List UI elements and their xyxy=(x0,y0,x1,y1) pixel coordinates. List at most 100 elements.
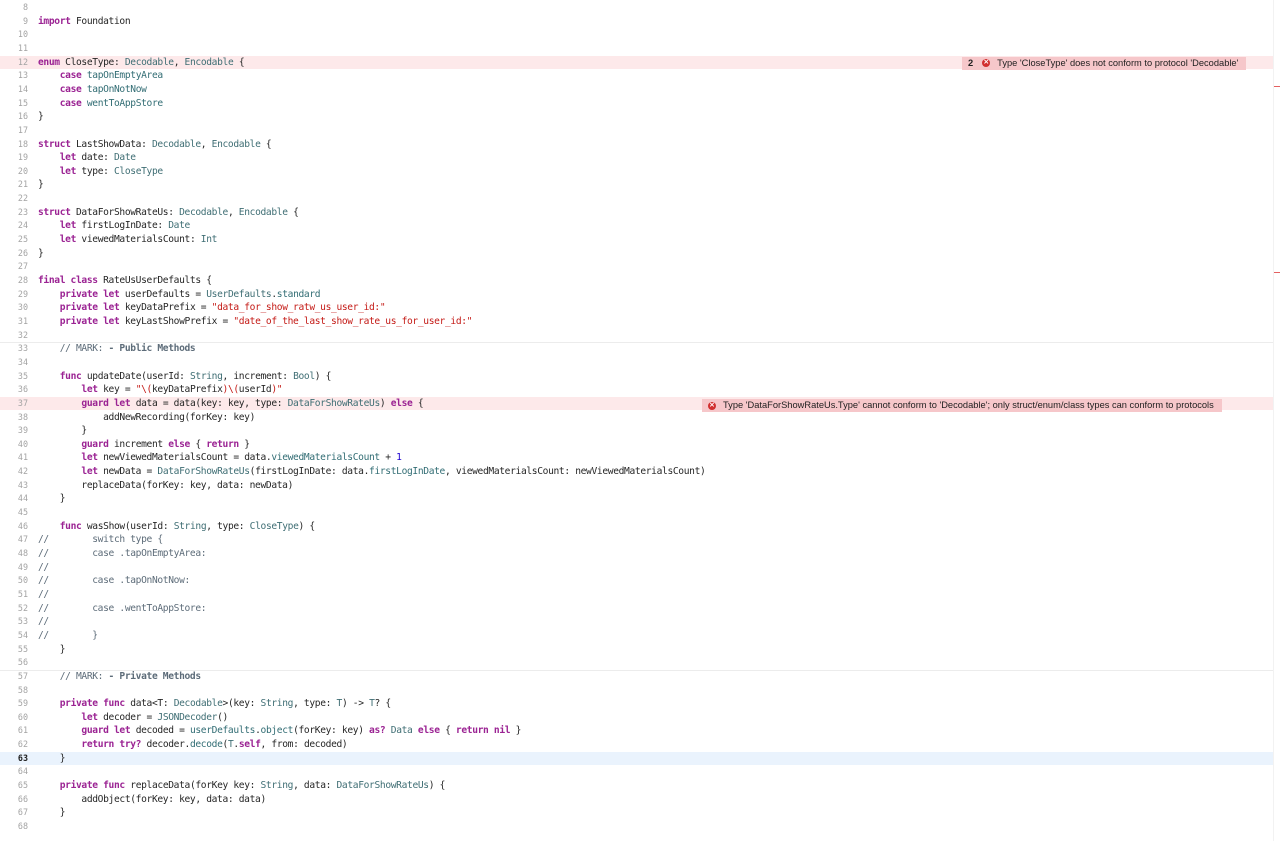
line-number: 19 xyxy=(17,152,28,163)
code-line[interactable]: 15 case wentToAppStore xyxy=(0,97,1274,111)
code-token: import xyxy=(38,15,71,27)
code-line[interactable]: 59 private func data<T: Decodable>(key: … xyxy=(0,697,1274,711)
code-line[interactable]: 14 case tapOnNotNow xyxy=(0,83,1274,97)
code-text: // xyxy=(38,588,49,602)
code-line[interactable]: 39 } xyxy=(0,424,1274,438)
code-line[interactable]: 65 private func replaceData(forKey key: … xyxy=(0,779,1274,793)
code-line[interactable]: 48 // case .tapOnEmptyArea: xyxy=(0,547,1274,561)
code-line[interactable]: 23 struct DataForShowRateUs: Decodable, E… xyxy=(0,206,1274,220)
line-number: 65 xyxy=(17,780,28,791)
code-line[interactable]: 45 xyxy=(0,506,1274,520)
error-badge-closetype[interactable]: 2 ✕ Type 'CloseType' does not conform to… xyxy=(962,56,1247,70)
code-line[interactable]: 21} xyxy=(0,178,1274,192)
code-line[interactable]: 56 xyxy=(0,656,1274,670)
line-number: 15 xyxy=(17,97,28,108)
code-line[interactable]: 50 // case .tapOnNotNow: xyxy=(0,574,1274,588)
code-token: key = xyxy=(97,384,136,396)
code-line[interactable]: 55 } xyxy=(0,643,1274,657)
code-line[interactable]: 52 // case .wentToAppStore: xyxy=(0,602,1274,616)
code-token: tapOnNotNow xyxy=(81,83,147,95)
code-line[interactable]: 57 // MARK: - Private Methods xyxy=(0,670,1274,684)
code-token: ) { xyxy=(314,370,332,382)
code-line[interactable]: 60 let decoder = JSONDecoder() xyxy=(0,711,1274,725)
code-token: newData = xyxy=(97,466,158,478)
code-line[interactable]: 42 let newData = DataForShowRateUs(first… xyxy=(0,465,1274,479)
code-line[interactable]: 68 xyxy=(0,820,1274,834)
code-line[interactable]: 24 let firstLogInDate: Date xyxy=(0,219,1274,233)
code-line[interactable]: 47 // switch type { xyxy=(0,533,1274,547)
code-line[interactable]: 31 private let keyLastShowPrefix = "date… xyxy=(0,315,1274,329)
code-text: // xyxy=(38,615,49,629)
code-token: // case .wentToAppStore: xyxy=(38,602,207,614)
error-badge-data-for-show-rate-us[interactable]: ✕ Type 'DataForShowRateUs.Type' cannot c… xyxy=(702,399,1222,412)
line-number: 62 xyxy=(17,739,28,750)
code-line[interactable]: 67 } xyxy=(0,806,1274,820)
code-token: wasShow(userId: xyxy=(81,520,174,532)
code-token: let xyxy=(81,384,98,396)
code-line[interactable]: 43 replaceData(forKey: key, data: newDat… xyxy=(0,479,1274,493)
code-line[interactable]: 26} xyxy=(0,247,1274,261)
code-token: struct xyxy=(38,206,71,218)
code-line[interactable]: 28 final class RateUsUserDefaults { xyxy=(0,274,1274,288)
code-token: String xyxy=(189,370,223,382)
code-token: let xyxy=(59,220,77,232)
code-line[interactable]: 44 } xyxy=(0,492,1274,506)
code-line[interactable]: 34 xyxy=(0,356,1274,370)
code-line[interactable]: 63 } xyxy=(0,751,1274,766)
line-number: 41 xyxy=(17,452,28,463)
code-line[interactable]: 64 xyxy=(0,765,1274,779)
code-line[interactable]: 46 func wasShow(userId: String, type: Cl… xyxy=(0,520,1274,534)
code-line[interactable]: 61 guard let decoded = userDefaults.obje… xyxy=(0,724,1274,738)
code-token: ) xyxy=(379,397,391,409)
code-line[interactable]: 20 let type: CloseType xyxy=(0,165,1274,179)
code-line[interactable]: 8 xyxy=(0,1,1274,15)
line-number: 39 xyxy=(17,425,28,436)
code-line[interactable]: 30 private let keyDataPrefix = "data_for… xyxy=(0,301,1274,315)
code-line[interactable]: 17 xyxy=(0,124,1274,138)
line-number: 13 xyxy=(17,70,28,81)
code-token: Decodable xyxy=(173,698,223,710)
code-text: // switch type { xyxy=(38,533,163,547)
vertical-scrollbar[interactable] xyxy=(1273,0,1280,841)
code-token: DataForShowRateUs xyxy=(157,466,250,478)
code-token: } xyxy=(238,438,250,450)
code-token: newViewedMaterialsCount = data. xyxy=(97,452,272,464)
code-token: case xyxy=(59,70,82,82)
code-line[interactable]: 11 xyxy=(0,42,1274,56)
code-line[interactable]: 27 xyxy=(0,260,1274,274)
code-line[interactable]: 33 // MARK: - Public Methods xyxy=(0,342,1274,356)
code-line[interactable]: 40 guard increment else { return } xyxy=(0,438,1274,452)
line-number: 12 xyxy=(17,56,28,67)
code-editor[interactable]: 8 9 import Foundation 10 11 12 enum CloseType:… xyxy=(0,0,1280,841)
code-line[interactable]: 32 xyxy=(0,329,1274,343)
code-line[interactable]: 36 let key = "\(keyDataPrefix)\(userId)" xyxy=(0,383,1274,397)
code-text: // MARK: - Public Methods xyxy=(38,342,196,356)
code-line[interactable]: 13 case tapOnEmptyArea xyxy=(0,69,1274,83)
code-line[interactable]: 25 let viewedMaterialsCount: Int xyxy=(0,233,1274,247)
code-token: CloseType: xyxy=(59,56,125,68)
code-line[interactable]: 62 return try? decoder.decode(T.self, fr… xyxy=(0,738,1274,752)
code-line[interactable]: 16} xyxy=(0,110,1274,124)
code-token: Data xyxy=(390,725,413,737)
code-line[interactable]: 58 xyxy=(0,684,1274,698)
code-line[interactable]: 18 struct LastShowData: Decodable, Encoda… xyxy=(0,138,1274,152)
code-token: keyDataPrefix xyxy=(151,384,223,396)
code-line[interactable]: 10 xyxy=(0,28,1274,42)
code-line[interactable]: 51 // xyxy=(0,588,1274,602)
code-line[interactable]: 22 xyxy=(0,192,1274,206)
code-line[interactable]: 38 addNewRecording(forKey: key) xyxy=(0,411,1274,425)
error-message: Type 'DataForShowRateUs.Type' cannot con… xyxy=(723,400,1214,410)
code-line[interactable]: 19 let date: Date xyxy=(0,151,1274,165)
code-token: else xyxy=(417,725,440,737)
code-line[interactable]: 35 func updateDate(userId: String, incre… xyxy=(0,370,1274,384)
code-line[interactable]: 9 import Foundation xyxy=(0,15,1274,29)
code-text: guard let data = data(key: key, type: Da… xyxy=(38,397,423,411)
code-line[interactable]: 41 let newViewedMaterialsCount = data.vi… xyxy=(0,451,1274,465)
code-text: // case .wentToAppStore: xyxy=(38,602,207,616)
code-line[interactable]: 54 // } xyxy=(0,629,1274,643)
code-line[interactable]: 29 private let userDefaults = UserDefaul… xyxy=(0,288,1274,302)
code-line[interactable]: 53 // xyxy=(0,615,1274,629)
code-line[interactable]: 66 addObject(forKey: key, data: data) xyxy=(0,793,1274,807)
code-line[interactable]: 49 // xyxy=(0,561,1274,575)
